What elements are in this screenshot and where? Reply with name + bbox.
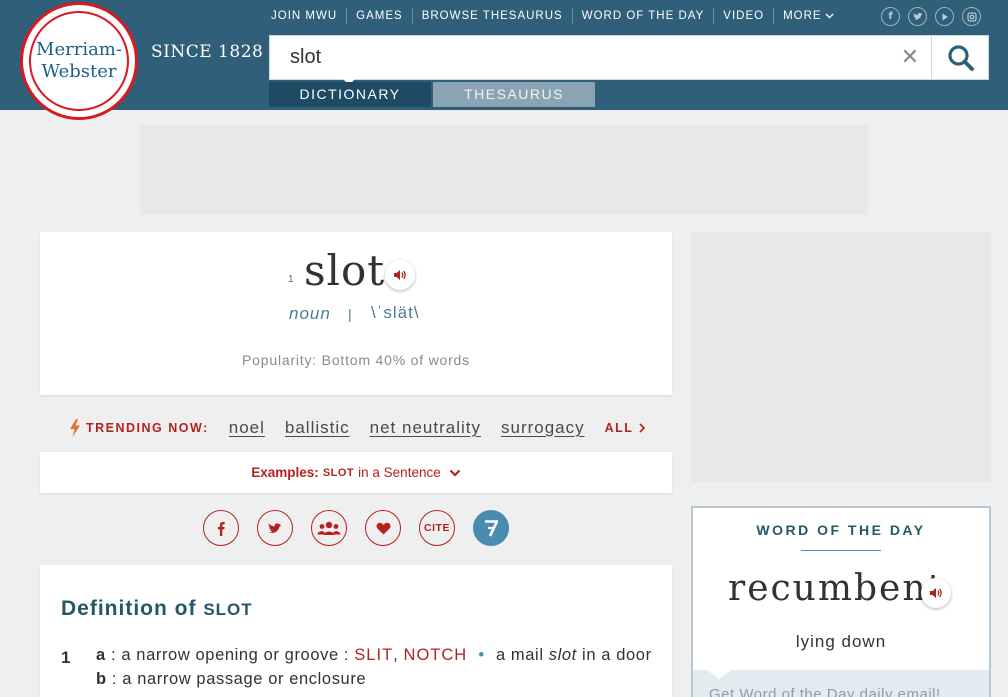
- example-word: slot: [548, 646, 577, 664]
- facebook-icon[interactable]: f: [881, 7, 900, 26]
- save-word-button[interactable]: [365, 510, 401, 546]
- chevron-down-icon: [449, 469, 460, 477]
- sense-number: 1: [61, 648, 71, 667]
- wotd-definition: lying down: [795, 632, 887, 651]
- seven-button[interactable]: [473, 510, 509, 546]
- community-icon: [317, 521, 341, 535]
- xref-notch[interactable]: NOTCH: [404, 646, 468, 664]
- lightning-icon: [70, 419, 80, 437]
- search-box: ✕: [269, 35, 989, 80]
- search-input[interactable]: [290, 36, 890, 79]
- nav-browse-thesaurus[interactable]: BROWSE THESAURUS: [413, 8, 573, 24]
- word-of-the-day-widget: WORD OF THE DAY recumbent lying down Get…: [691, 506, 991, 697]
- pos-separator: |: [348, 306, 352, 322]
- example-bullet: •: [478, 646, 485, 664]
- tab-thesaurus[interactable]: THESAURUS: [433, 82, 595, 107]
- examples-label: Examples:: [251, 465, 319, 480]
- headword-card: 1 slot noun | \ˈslät\ Popularity: Bottom…: [40, 232, 672, 395]
- trending-all-link[interactable]: ALL: [605, 421, 646, 435]
- logo-line-2: Webster: [41, 61, 117, 82]
- example-post: in a door: [582, 646, 652, 664]
- chevron-right-icon: [639, 423, 646, 433]
- xref-comma: ,: [393, 646, 399, 664]
- share-facebook-button[interactable]: [203, 510, 239, 546]
- trending-word[interactable]: surrogacy: [501, 418, 585, 438]
- pronunciation[interactable]: \ˈslät\: [371, 303, 420, 323]
- homograph-number: 1: [288, 274, 294, 285]
- search-button[interactable]: [931, 36, 989, 79]
- instagram-icon[interactable]: [962, 7, 981, 26]
- search-icon: [947, 44, 974, 71]
- headword: slot: [304, 246, 386, 295]
- heart-icon: [376, 522, 390, 534]
- logo-line-1: Merriam-: [36, 39, 122, 60]
- wotd-notch: [707, 670, 731, 679]
- tab-dictionary[interactable]: DICTIONARY: [269, 82, 431, 107]
- speaker-icon: [930, 588, 942, 598]
- chevron-down-icon: [825, 13, 834, 19]
- wotd-divider: [801, 550, 881, 551]
- youtube-icon[interactable]: [935, 7, 954, 26]
- twitter-icon[interactable]: [908, 7, 927, 26]
- sense-a: a : a narrow opening or groove : SLIT, N…: [96, 646, 652, 665]
- community-button[interactable]: [311, 510, 347, 546]
- facebook-icon: [217, 521, 225, 536]
- seven-icon: [485, 520, 498, 537]
- play-pronunciation-button[interactable]: [385, 260, 415, 290]
- wotd-word[interactable]: recumbent: [728, 568, 944, 609]
- trending-label: TRENDING NOW:: [86, 421, 209, 435]
- wotd-label: WORD OF THE DAY: [756, 522, 926, 538]
- site-header: Merriam- Webster SINCE 1828 JOIN MWU GAM…: [0, 0, 1008, 120]
- trending-all-label: ALL: [604, 421, 634, 435]
- nav-video[interactable]: VIDEO: [714, 8, 775, 24]
- sense-b-text: : a narrow passage or enclosure: [111, 670, 367, 688]
- logo-inner-ring: Merriam- Webster: [29, 11, 129, 111]
- sense-letter: a: [96, 646, 106, 664]
- definition-heading: Definition of SLOT: [61, 597, 253, 621]
- cite-label: CITE: [424, 522, 450, 534]
- top-nav: JOIN MWU GAMES BROWSE THESAURUS WORD OF …: [262, 8, 843, 24]
- share-row: CITE: [203, 510, 509, 546]
- nav-games[interactable]: GAMES: [347, 8, 413, 24]
- example-pre: a mail: [495, 646, 544, 664]
- examples-toggle[interactable]: Examples: SLOT in a Sentence: [40, 452, 672, 493]
- trending-word[interactable]: ballistic: [285, 418, 350, 438]
- merriam-webster-logo[interactable]: Merriam- Webster: [20, 2, 138, 120]
- since-1828: SINCE 1828: [151, 42, 264, 62]
- speaker-icon: [394, 270, 406, 280]
- sense-letter: b: [96, 670, 107, 688]
- nav-more-label: MORE: [783, 10, 822, 22]
- social-links: f: [881, 7, 981, 26]
- cite-button[interactable]: CITE: [419, 510, 455, 546]
- twitter-icon: [268, 522, 282, 533]
- trending-word[interactable]: net neutrality: [370, 418, 481, 438]
- definition-title: Definition of: [61, 597, 197, 620]
- examples-word: SLOT: [322, 466, 355, 479]
- trending-bar: TRENDING NOW: noel ballistic net neutral…: [68, 416, 646, 440]
- nav-join-mwu[interactable]: JOIN MWU: [262, 8, 348, 24]
- sense-a-text: : a narrow opening or groove :: [110, 646, 350, 664]
- definition-card: Definition of SLOT 1 a : a narrow openin…: [40, 565, 672, 697]
- clear-search-button[interactable]: ✕: [898, 46, 922, 70]
- wotd-pronunciation-button[interactable]: [921, 578, 951, 608]
- part-of-speech[interactable]: noun: [289, 304, 331, 324]
- wotd-email-cta[interactable]: Get Word of the Day daily email!: [709, 686, 941, 697]
- share-twitter-button[interactable]: [257, 510, 293, 546]
- xref-slit[interactable]: SLIT: [354, 646, 393, 664]
- examples-suffix: in a Sentence: [358, 465, 441, 480]
- side-ad-slot: [691, 232, 991, 482]
- sense-b: b : a narrow passage or enclosure: [96, 670, 366, 689]
- popularity-text: Popularity: Bottom 40% of words: [242, 352, 470, 368]
- nav-word-of-the-day[interactable]: WORD OF THE DAY: [573, 8, 715, 24]
- definition-word: SLOT: [203, 600, 253, 619]
- nav-more[interactable]: MORE: [774, 8, 843, 24]
- trending-word[interactable]: noel: [229, 418, 265, 438]
- top-ad-slot: [140, 125, 868, 215]
